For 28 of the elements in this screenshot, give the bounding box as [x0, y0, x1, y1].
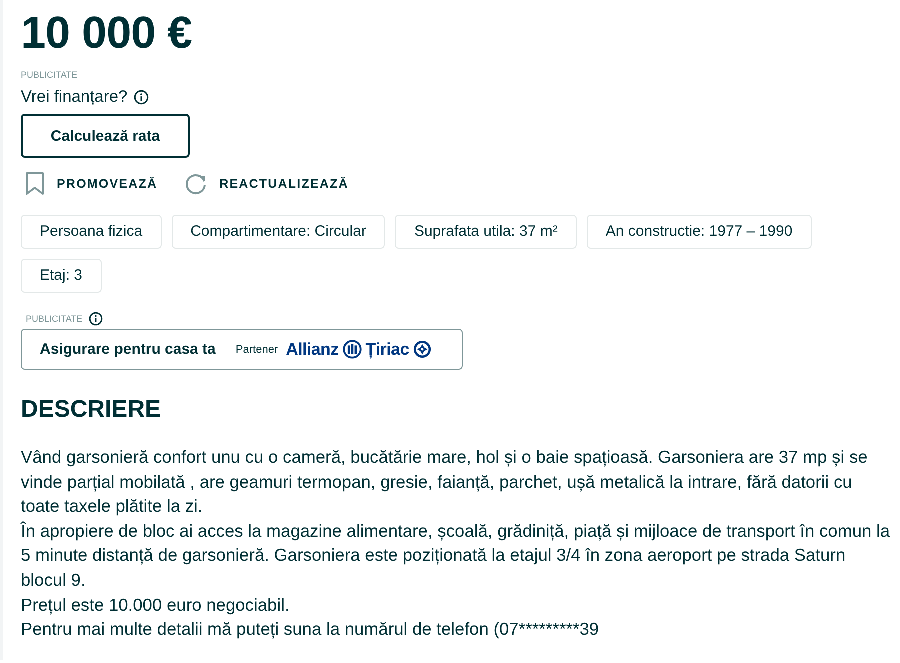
partner-name: Allianz — [286, 340, 339, 360]
description-paragraph: Pentru mai multe detalii mă puteți suna la numărul de telefon (07*********39 — [21, 618, 600, 642]
info-icon[interactable] — [134, 90, 149, 104]
promote-button[interactable]: PROMOVEAZĂ — [21, 172, 158, 196]
attribute-tag: Persoana fizica — [21, 215, 162, 249]
partner-name: Țiriac — [366, 340, 410, 360]
calculate-rate-button[interactable]: Calculează rata — [21, 114, 190, 158]
ad-label: PUBLICITATE — [26, 314, 83, 324]
description-paragraph: În apropiere de bloc ai acces la magazine alimentare, școală, grădiniță, piață și mijloace de transport în comun la 5 minute distanță de garsonieră. Garsoniera este poziționată la etajul 3/4 în zona aeroport pe strada Saturn blocul 9. — [21, 520, 891, 592]
financing-question: Vrei finanțare? — [21, 88, 128, 106]
ad-label: PUBLICITATE — [21, 70, 79, 81]
insurance-ad-card[interactable]: Asigurare pentru casa ta Partener Allianz Țiriac — [21, 329, 463, 370]
section-heading: DESCRIERE — [21, 395, 162, 425]
info-icon[interactable] — [88, 312, 103, 326]
attribute-tag: Compartimentare: Circular — [172, 215, 386, 249]
price: 10 000 € — [21, 8, 194, 58]
description-paragraph: Vând garsonieră confort unu cu o cameră, bucătărie mare, hol și o baie spațioasă. Garsoniera are 37 mp și se vinde parțial mobilată , are geamuri termopan, gresie, faianță, parchet, ușă metalică la intrare, fără datorii cu toate taxele plătite la zi. — [21, 446, 869, 518]
ad-title: Asigurare pentru casa ta — [40, 341, 216, 358]
description-paragraph: Prețul este 10.000 euro negociabil. — [21, 594, 291, 617]
attribute-tag: Etaj: 3 — [21, 259, 102, 293]
circle-cross-icon — [413, 340, 432, 359]
attribute-tag: An constructie: 1977 – 1990 — [586, 215, 812, 249]
attribute-tag: Suprafata utila: 37 m² — [395, 215, 577, 249]
bookmark-icon — [25, 172, 45, 196]
circle-bars-icon — [342, 340, 362, 359]
partner-label: Partener — [236, 344, 278, 356]
refresh-icon — [184, 172, 208, 196]
refresh-button[interactable]: REACTUALIZEAZĂ — [180, 172, 349, 196]
